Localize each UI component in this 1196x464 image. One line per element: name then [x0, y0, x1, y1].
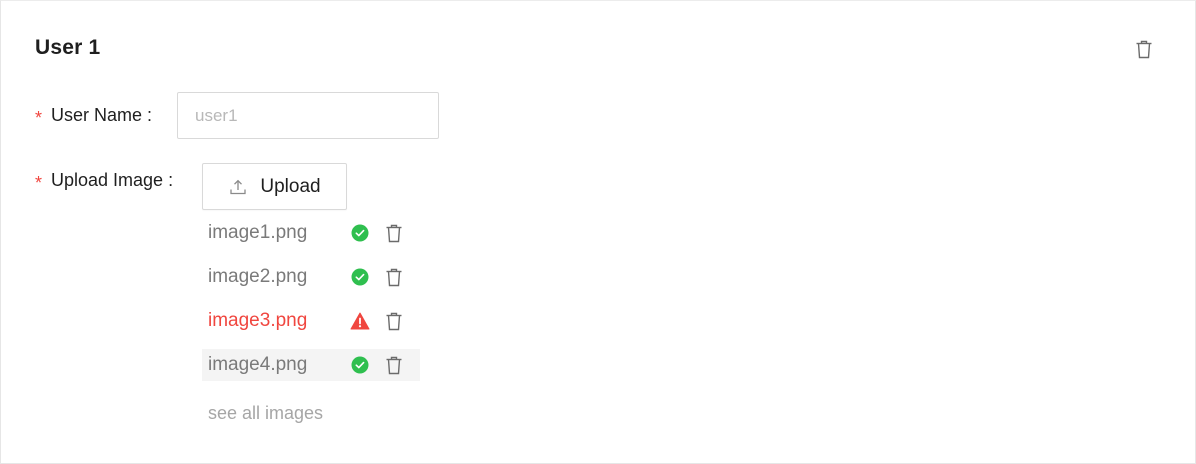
warning-triangle-icon [350, 311, 370, 331]
delete-user-button[interactable] [1133, 39, 1155, 63]
username-label: * User Name : [35, 105, 153, 128]
file-name: image1.png [208, 222, 308, 243]
upload-label-colon: : [168, 170, 174, 190]
upload-button-label: Upload [260, 175, 321, 197]
trash-icon [386, 224, 402, 243]
trash-icon [386, 356, 402, 375]
username-label-text: User Name [51, 105, 143, 125]
file-delete-button[interactable] [384, 310, 404, 332]
upload-label: * Upload Image : [35, 170, 174, 193]
trash-icon [386, 312, 402, 331]
trash-icon [386, 268, 402, 287]
username-input[interactable] [177, 92, 439, 139]
see-all-images-link[interactable]: see all images [208, 403, 323, 424]
upload-file-list: image1.png image2.png image3.png image4.… [202, 217, 420, 393]
file-item-error[interactable]: image3.png [202, 305, 420, 337]
upload-button[interactable]: Upload [202, 163, 347, 210]
check-circle-icon [350, 355, 370, 375]
card-title: User 1 [35, 36, 101, 59]
required-mark: * [35, 108, 43, 128]
required-mark: * [35, 173, 43, 193]
file-name: image3.png [208, 310, 308, 331]
upload-icon [228, 177, 248, 197]
user-card: User 1 * User Name : * Upload Image : Uplo… [0, 0, 1196, 464]
file-item[interactable]: image1.png [202, 217, 420, 249]
upload-label-text: Upload Image [51, 170, 164, 190]
username-label-colon: : [147, 105, 153, 125]
file-delete-button[interactable] [384, 354, 404, 376]
file-item[interactable]: image2.png [202, 261, 420, 293]
file-delete-button[interactable] [384, 222, 404, 244]
file-delete-button[interactable] [384, 266, 404, 288]
trash-icon [1135, 39, 1153, 64]
check-circle-icon [350, 223, 370, 243]
file-name: image4.png [208, 354, 308, 375]
check-circle-icon [350, 267, 370, 287]
file-name: image2.png [208, 266, 308, 287]
file-item-hovered[interactable]: image4.png [202, 349, 420, 381]
